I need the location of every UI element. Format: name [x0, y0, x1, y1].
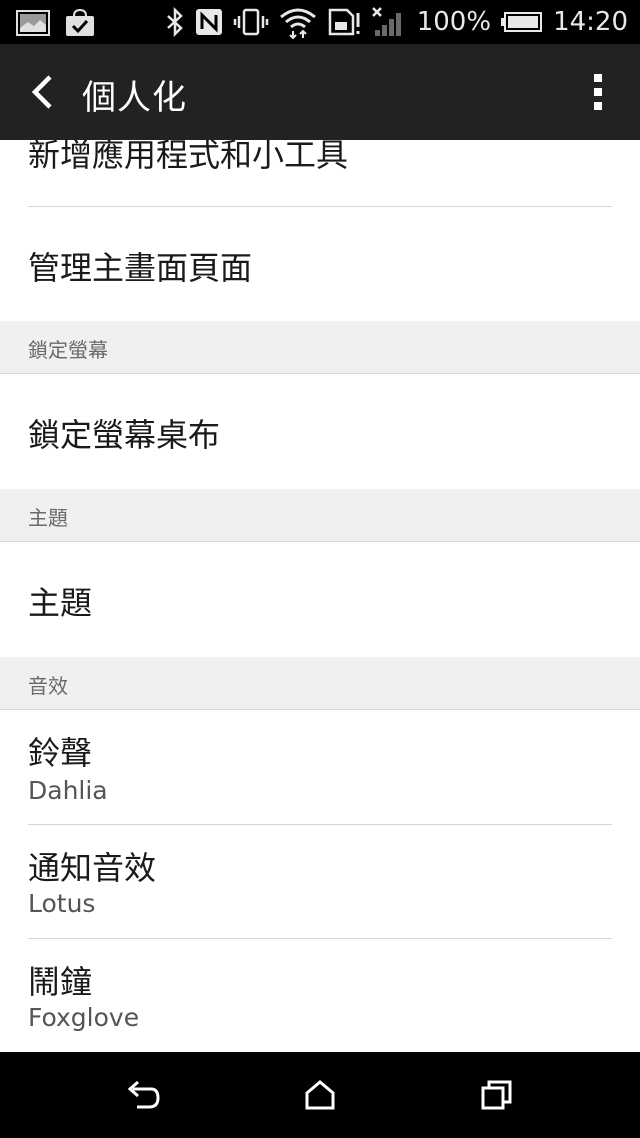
list-item-manage-home-pages[interactable]: 管理主畫面頁面 — [0, 207, 640, 321]
section-header-label: 主題 — [28, 506, 68, 530]
list-item-title: 鈴聲 — [28, 734, 93, 772]
status-bar: 100% 14:20 — [0, 0, 640, 44]
section-header-label: 音效 — [28, 674, 68, 698]
list-item-value: Foxglove — [28, 1003, 140, 1032]
recents-icon — [481, 1080, 512, 1110]
list-item-ringtone[interactable]: 鈴聲 Dahlia — [0, 710, 640, 824]
home-icon — [305, 1080, 335, 1110]
list-item-title: 新增應用程式和小工具 — [28, 140, 349, 174]
nfc-icon — [195, 8, 223, 36]
action-bar: 個人化 — [0, 44, 640, 140]
battery-icon — [501, 11, 543, 33]
list-item-value: Dahlia — [28, 776, 108, 805]
overflow-menu-button[interactable] — [578, 70, 618, 114]
section-header-lockscreen: 鎖定螢幕 — [0, 321, 640, 374]
back-icon — [127, 1080, 160, 1109]
wifi-icon — [279, 5, 317, 39]
sd-card-alert-icon — [327, 7, 361, 37]
nav-back-button[interactable] — [113, 1070, 173, 1120]
list-item-alarm[interactable]: 鬧鐘 Foxglove — [0, 939, 640, 1052]
list-item-title: 管理主畫面頁面 — [28, 249, 253, 287]
section-header-theme: 主題 — [0, 489, 640, 542]
clock: 14:20 — [553, 7, 628, 37]
page-title: 個人化 — [82, 78, 187, 118]
list-item-notification-sound[interactable]: 通知音效 Lotus — [0, 825, 640, 938]
settings-list[interactable]: 新增應用程式和小工具 管理主畫面頁面 鎖定螢幕 鎖定螢幕桌布 主題 主題 音效 … — [0, 140, 640, 1052]
nav-recents-button[interactable] — [467, 1070, 527, 1120]
bluetooth-icon — [165, 7, 185, 37]
list-item-lockscreen-wallpaper[interactable]: 鎖定螢幕桌布 — [0, 374, 640, 489]
list-item-value: Lotus — [28, 889, 96, 918]
back-button[interactable] — [18, 66, 66, 118]
navigation-bar — [0, 1052, 640, 1138]
bag-check-icon — [64, 8, 96, 38]
list-item-title: 通知音效 — [28, 849, 157, 887]
list-item-theme[interactable]: 主題 — [0, 542, 640, 657]
list-item-title: 主題 — [28, 584, 93, 622]
nav-home-button[interactable] — [290, 1070, 350, 1120]
vibrate-icon — [233, 7, 269, 37]
list-item-title: 鎖定螢幕桌布 — [28, 416, 221, 454]
list-item-add-apps-widgets[interactable]: 新增應用程式和小工具 — [0, 140, 640, 206]
battery-percent: 100% — [416, 7, 492, 37]
no-signal-icon — [371, 6, 407, 38]
image-notification-icon — [16, 8, 50, 38]
section-header-label: 鎖定螢幕 — [28, 338, 108, 362]
more-vert-icon — [594, 74, 602, 110]
section-header-sound: 音效 — [0, 657, 640, 710]
chevron-left-icon — [31, 75, 52, 109]
list-item-title: 鬧鐘 — [28, 963, 93, 1001]
